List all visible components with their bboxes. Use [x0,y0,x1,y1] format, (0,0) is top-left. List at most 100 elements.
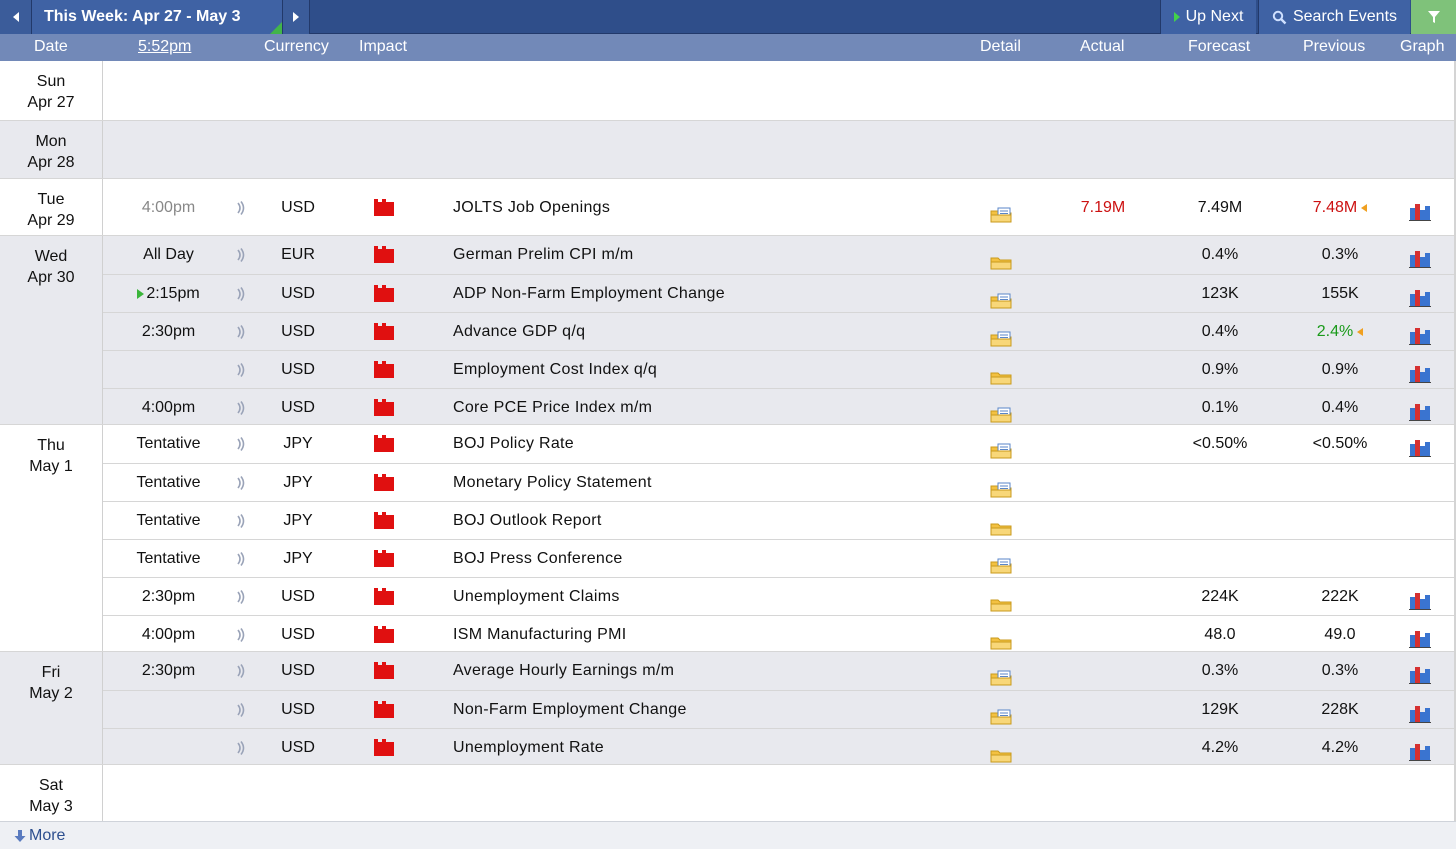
folder-icon[interactable] [990,200,1012,223]
event-title[interactable]: ADP Non-Farm Employment Change [453,275,953,312]
sound-wave-icon[interactable] [231,425,251,462]
detail-cell[interactable] [990,313,1016,350]
event-row[interactable]: 2:30pm USD Unemployment Claims 224K 222K [103,577,1456,614]
up-next-button[interactable]: Up Next [1160,0,1256,34]
bar-graph-icon[interactable] [1409,284,1431,307]
event-title[interactable]: Unemployment Claims [453,578,953,615]
sound-wave-icon[interactable] [231,578,251,615]
event-title[interactable]: German Prelim CPI m/m [453,236,953,273]
next-week-button[interactable] [282,0,310,34]
graph-cell[interactable] [1409,616,1433,653]
event-title[interactable]: BOJ Outlook Report [453,502,953,539]
bar-graph-icon[interactable] [1409,434,1431,457]
graph-cell[interactable] [1409,189,1433,226]
bar-graph-icon[interactable] [1409,661,1431,684]
sound-wave-icon[interactable] [231,652,251,689]
event-title[interactable]: Employment Cost Index q/q [453,351,953,388]
folder-icon[interactable] [990,475,1012,498]
event-row[interactable]: 2:15pm USD ADP Non-Farm Employment Change 1… [103,274,1456,311]
detail-cell[interactable] [990,502,1016,539]
event-row[interactable]: Tentative JPY Monetary Policy Statement [103,463,1456,500]
detail-cell[interactable] [990,275,1016,312]
bar-graph-icon[interactable] [1409,198,1431,221]
bar-graph-icon[interactable] [1409,398,1431,421]
event-row[interactable]: 2:30pm USD Advance GDP q/q 0.4% 2.4% [103,312,1456,349]
sound-wave-icon[interactable] [231,502,251,539]
graph-cell[interactable] [1409,236,1433,273]
detail-cell[interactable] [990,578,1016,615]
graph-cell[interactable] [1409,275,1433,312]
folder-icon[interactable] [990,663,1012,686]
bar-graph-icon[interactable] [1409,587,1431,610]
graph-cell[interactable] [1409,652,1433,689]
folder-icon[interactable] [990,436,1012,459]
event-row[interactable]: Tentative JPY BOJ Outlook Report [103,501,1456,538]
search-events-button[interactable]: Search Events [1258,0,1410,34]
sound-wave-icon[interactable] [231,189,251,226]
event-title[interactable]: Advance GDP q/q [453,313,953,350]
folder-icon[interactable] [990,324,1012,347]
event-row[interactable]: USD Unemployment Rate 4.2% 4.2% [103,728,1456,765]
event-title[interactable]: BOJ Policy Rate [453,425,953,462]
detail-cell[interactable] [990,540,1016,577]
event-title[interactable]: ISM Manufacturing PMI [453,616,953,653]
more-link[interactable]: More [14,827,65,845]
sound-wave-icon[interactable] [231,616,251,653]
folder-icon[interactable] [990,513,1012,536]
sound-wave-icon[interactable] [231,691,251,728]
event-title[interactable]: Non-Farm Employment Change [453,691,953,728]
detail-cell[interactable] [990,729,1016,766]
event-row[interactable]: 2:30pm USD Average Hourly Earnings m/m 0.3%… [103,652,1456,689]
folder-icon[interactable] [990,627,1012,650]
week-title[interactable]: This Week: Apr 27 - May 3 [32,0,282,34]
event-title[interactable]: JOLTS Job Openings [453,189,953,226]
detail-cell[interactable] [990,616,1016,653]
detail-cell[interactable] [990,189,1016,226]
detail-cell[interactable] [990,464,1016,501]
filter-button[interactable] [1411,0,1456,34]
sound-wave-icon[interactable] [231,729,251,766]
folder-icon[interactable] [990,286,1012,309]
event-title[interactable]: Unemployment Rate [453,729,953,766]
sound-wave-icon[interactable] [231,540,251,577]
detail-cell[interactable] [990,691,1016,728]
event-title[interactable]: Monetary Policy Statement [453,464,953,501]
event-row[interactable]: USD Non-Farm Employment Change 129K 228K [103,690,1456,727]
folder-icon[interactable] [990,362,1012,385]
event-title[interactable]: Core PCE Price Index m/m [453,389,953,426]
bar-graph-icon[interactable] [1409,245,1431,268]
event-row[interactable]: 4:00pm USD ISM Manufacturing PMI 48.0 49.0 [103,615,1456,652]
graph-cell[interactable] [1409,425,1433,462]
folder-icon[interactable] [990,702,1012,725]
graph-cell[interactable] [1409,691,1433,728]
sound-wave-icon[interactable] [231,389,251,426]
event-row[interactable]: 4:00pm USD Core PCE Price Index m/m 0.1% 0.4… [103,388,1456,425]
bar-graph-icon[interactable] [1409,360,1431,383]
sound-wave-icon[interactable] [231,351,251,388]
header-time-link[interactable]: 5:52pm [138,38,191,56]
sound-wave-icon[interactable] [231,275,251,312]
graph-cell[interactable] [1409,578,1433,615]
sound-wave-icon[interactable] [231,464,251,501]
bar-graph-icon[interactable] [1409,738,1431,761]
event-title[interactable]: Average Hourly Earnings m/m [453,652,953,689]
folder-icon[interactable] [990,589,1012,612]
detail-cell[interactable] [990,236,1016,273]
event-row[interactable]: USD Employment Cost Index q/q 0.9% 0.9% [103,350,1456,387]
folder-icon[interactable] [990,247,1012,270]
bar-graph-icon[interactable] [1409,625,1431,648]
folder-icon[interactable] [990,551,1012,574]
event-row[interactable]: Tentative JPY BOJ Press Conference [103,539,1456,576]
event-row[interactable]: Tentative JPY BOJ Policy Rate <0.50% <0.50% [103,425,1456,462]
detail-cell[interactable] [990,351,1016,388]
sound-wave-icon[interactable] [231,236,251,273]
folder-icon[interactable] [990,400,1012,423]
graph-cell[interactable] [1409,313,1433,350]
previous-week-button[interactable] [0,0,32,34]
folder-icon[interactable] [990,740,1012,763]
detail-cell[interactable] [990,389,1016,426]
graph-cell[interactable] [1409,729,1433,766]
bar-graph-icon[interactable] [1409,322,1431,345]
graph-cell[interactable] [1409,389,1433,426]
event-row[interactable]: 4:00pm USD JOLTS Job Openings 7.19M 7.49M 7.4… [103,189,1456,226]
